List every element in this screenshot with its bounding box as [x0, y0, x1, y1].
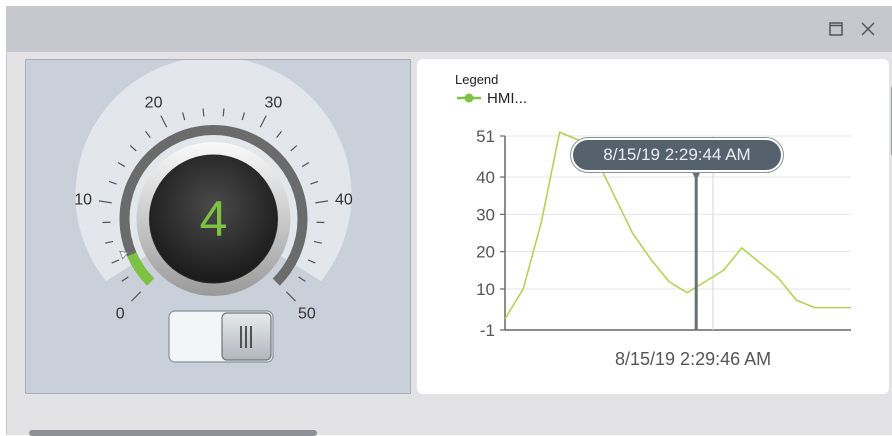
gauge-tick-label: 40 [335, 191, 353, 208]
title-bar [7, 6, 892, 52]
close-icon [861, 22, 875, 36]
cursor-tooltip: 8/15/19 2:29:44 AM [571, 138, 783, 172]
time-cursor[interactable] [690, 169, 702, 330]
close-button[interactable] [857, 18, 879, 40]
restore-button[interactable] [825, 18, 847, 40]
gauge-tick [299, 277, 306, 281]
x-axis-time-label: 8/15/19 2:29:46 AM [615, 349, 771, 370]
knob-gauge: 0 10 20 30 40 50 4 [26, 60, 412, 395]
gauge-tick [223, 108, 224, 116]
horizontal-scrollbar[interactable] [29, 430, 317, 436]
chart-y-tick-label: 51 [476, 127, 495, 146]
gauge-tick-label: 50 [298, 305, 316, 322]
gauge-tick-label: 0 [116, 305, 125, 322]
chart-y-tick-label: 30 [476, 205, 495, 224]
gauge-tick [286, 292, 295, 301]
chart-y-tick-label: -1 [480, 321, 495, 340]
gauge-tick [203, 108, 204, 116]
chart-y-tick-label: 40 [476, 168, 495, 187]
chart-y-tick-label: 10 [476, 280, 495, 299]
chart-y-axis-labels: 51 40 30 20 10 -1 [476, 127, 505, 340]
gauge-tick-label: 30 [265, 94, 283, 111]
gauge-tick [131, 292, 140, 301]
app-window: 01020304050 4 Legend [6, 6, 892, 435]
knob-value: 4 [200, 191, 228, 247]
toggle-switch[interactable] [169, 311, 273, 362]
gauge-tick-label: 20 [145, 94, 163, 111]
trend-chart[interactable]: 51 40 30 20 10 -1 [417, 59, 889, 359]
gauge-tick-label: 10 [74, 191, 92, 208]
gauge-tick [122, 277, 129, 281]
trend-panel: Legend HMI... 5140302010-1 8/15/19 2:29:… [417, 59, 889, 394]
knob-panel: 0 10 20 30 40 50 4 [25, 59, 411, 394]
restore-icon [829, 22, 843, 36]
chart-y-tick-label: 20 [476, 243, 495, 262]
